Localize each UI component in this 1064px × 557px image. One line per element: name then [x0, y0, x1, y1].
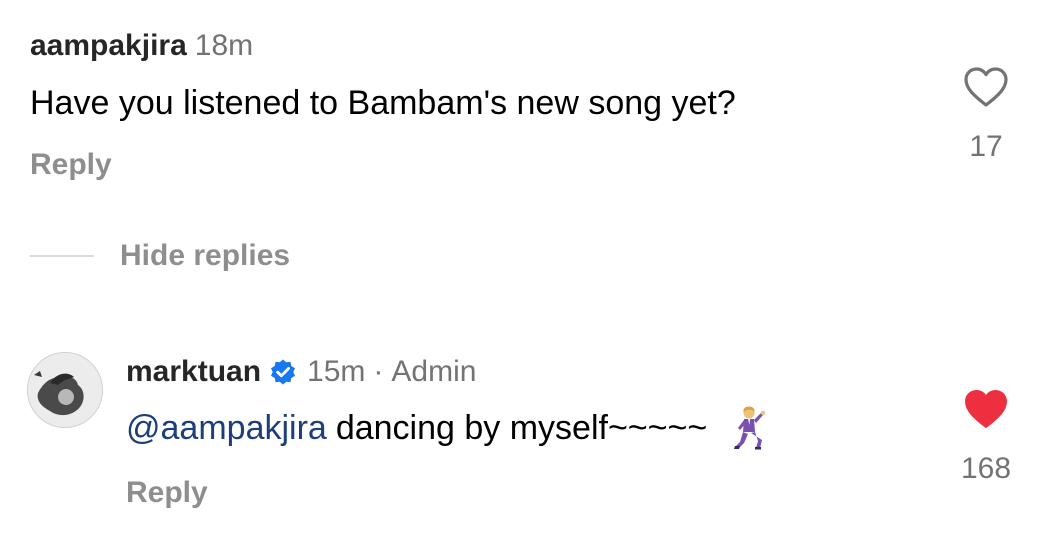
reply-mention-link[interactable]: @aampakjira [126, 405, 327, 451]
verified-badge-icon [271, 359, 296, 385]
comment-header: aampakjira 18m [30, 24, 253, 68]
comment-like-count: 17 [969, 130, 1003, 163]
comment-like-control: 17 [946, 66, 1026, 164]
hide-replies-button[interactable]: Hide replies [120, 234, 290, 278]
comment-text: Have you listened to Bambam's new song y… [30, 84, 736, 122]
comment-reply-button[interactable]: Reply [30, 148, 112, 182]
replies-divider [30, 255, 94, 257]
reply-role-label: Admin [391, 355, 477, 388]
reply-time: 15m [307, 355, 366, 388]
reply-like-count: 168 [960, 452, 1012, 485]
reply-text: @aampakjira dancing by myself~~~~~ [126, 405, 767, 451]
comment-username[interactable]: aampakjira [30, 29, 187, 62]
reply-reply-button[interactable]: Reply [126, 476, 208, 510]
avatar[interactable] [27, 352, 103, 428]
reply-message: dancing by myself~~~~~ [335, 409, 708, 447]
comment-time: 18m [194, 29, 254, 62]
avatar-photo [28, 353, 102, 427]
reply-header: marktuan 15m · Admin [126, 350, 476, 394]
man-dancing-icon [734, 406, 766, 450]
reply-username[interactable]: marktuan [126, 350, 261, 394]
separator-dot: · [373, 355, 384, 388]
heart-filled-icon[interactable] [963, 388, 1009, 430]
reply-like-control: 168 [946, 388, 1026, 486]
heart-outline-icon[interactable] [963, 66, 1009, 108]
